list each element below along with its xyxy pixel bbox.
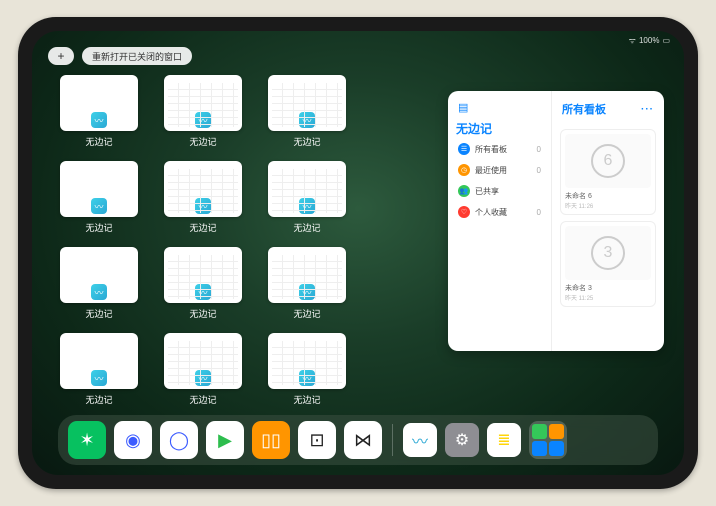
sidebar-item[interactable]: ♡ 个人收藏 0: [456, 204, 543, 220]
more-icon[interactable]: ···: [641, 104, 654, 115]
wifi-icon: ᯤ: [629, 35, 636, 46]
sidebar-item-count: 0: [537, 208, 541, 217]
window-label: 无边记: [85, 135, 112, 148]
top-bar: + 重新打开已关闭的窗口: [48, 47, 192, 65]
window-label: 无边记: [189, 135, 216, 148]
window-thumbnail[interactable]: 〰无边记: [266, 247, 348, 325]
freeform-icon: 〰: [91, 284, 107, 300]
window-thumbnail[interactable]: 〰无边记: [266, 75, 348, 153]
window-label: 无边记: [85, 393, 112, 406]
dock-app-quark[interactable]: ◯: [160, 421, 198, 459]
freeform-icon: 〰: [91, 112, 107, 128]
sidebar-item-icon: ◷: [458, 164, 470, 176]
panel-left-title: 无边记: [456, 120, 543, 137]
window-label: 无边记: [189, 393, 216, 406]
window-label: 无边记: [293, 307, 320, 320]
sidebar-item-icon: ☰: [458, 143, 470, 155]
sidebar-toggle-icon[interactable]: ▤: [458, 101, 468, 114]
battery-icon: ▭: [662, 36, 670, 45]
window-label: 无边记: [85, 221, 112, 234]
freeform-icon: 〰: [91, 370, 107, 386]
freeform-icon: 〰: [195, 198, 211, 214]
sidebar-item-label: 个人收藏: [475, 207, 507, 218]
dock-recent-settings[interactable]: ⚙: [445, 423, 479, 457]
window-thumbnail[interactable]: 〰无边记: [266, 333, 348, 411]
panel-content: 所有看板 ··· 6未命名 6昨天 11:263未命名 3昨天 11:25: [552, 91, 664, 351]
board-card[interactable]: 6未命名 6昨天 11:26: [560, 129, 656, 215]
dock-separator: [392, 424, 393, 456]
dock: ✶◉◯▶▯▯⊡⋈ 〰⚙≣: [58, 415, 658, 465]
window-thumbnail[interactable]: 〰无边记: [162, 333, 244, 411]
sidebar-menu: ☰ 所有看板 0 ◷ 最近使用 0 👥 已共享 ♡ 个人收藏 0: [456, 141, 543, 220]
dock-app-books[interactable]: ▯▯: [252, 421, 290, 459]
window-thumbnail[interactable]: 〰无边记: [58, 333, 140, 411]
window-thumbnail[interactable]: 〰无边记: [162, 75, 244, 153]
window-label: 无边记: [293, 221, 320, 234]
sidebar-item[interactable]: ◷ 最近使用 0: [456, 162, 543, 178]
dock-app-quark-hd[interactable]: ◉: [114, 421, 152, 459]
sidebar-item-label: 已共享: [475, 186, 499, 197]
battery-text: 100%: [639, 36, 659, 45]
panel-sidebar: ▤ 无边记 ☰ 所有看板 0 ◷ 最近使用 0 👥 已共享 ♡ 个人收藏 0: [448, 91, 552, 351]
status-bar: ᯤ 100% ▭: [629, 35, 670, 46]
window-thumbnail[interactable]: 〰无边记: [162, 161, 244, 239]
dock-recent-notes[interactable]: ≣: [487, 423, 521, 457]
freeform-icon: 〰: [299, 284, 315, 300]
window-label: 无边记: [293, 135, 320, 148]
freeform-icon: 〰: [195, 112, 211, 128]
window-label: 无边记: [189, 221, 216, 234]
freeform-expanded-window[interactable]: ▤ 无边记 ☰ 所有看板 0 ◷ 最近使用 0 👥 已共享 ♡ 个人收藏 0 所有看板 ··· 6未…: [448, 91, 664, 351]
add-window-button[interactable]: +: [48, 47, 74, 65]
ipad-device: ᯤ 100% ▭ + 重新打开已关闭的窗口 〰无边记〰无边记〰无边记〰无边记〰无…: [18, 17, 698, 489]
sidebar-item-label: 所有看板: [475, 144, 507, 155]
window-thumbnail[interactable]: 〰无边记: [266, 161, 348, 239]
window-thumbnail[interactable]: 〰无边记: [58, 75, 140, 153]
dock-app-connect[interactable]: ⋈: [344, 421, 382, 459]
dock-app-library[interactable]: [529, 421, 567, 459]
sidebar-item-label: 最近使用: [475, 165, 507, 176]
window-thumbnail[interactable]: 〰无边记: [58, 247, 140, 325]
freeform-icon: 〰: [299, 370, 315, 386]
screen: ᯤ 100% ▭ + 重新打开已关闭的窗口 〰无边记〰无边记〰无边记〰无边记〰无…: [32, 31, 684, 475]
window-label: 无边记: [293, 393, 320, 406]
window-label: 无边记: [85, 307, 112, 320]
sidebar-item[interactable]: ☰ 所有看板 0: [456, 141, 543, 157]
window-thumbnail[interactable]: 〰无边记: [58, 161, 140, 239]
sidebar-item[interactable]: 👥 已共享: [456, 183, 543, 199]
freeform-icon: 〰: [299, 198, 315, 214]
freeform-icon: 〰: [91, 198, 107, 214]
window-label: 无边记: [189, 307, 216, 320]
window-thumbnail[interactable]: 〰无边记: [162, 247, 244, 325]
boards-list: 6未命名 6昨天 11:263未命名 3昨天 11:25: [560, 129, 656, 307]
board-card[interactable]: 3未命名 3昨天 11:25: [560, 221, 656, 307]
sidebar-item-icon: 👥: [458, 185, 470, 197]
reopen-closed-window-button[interactable]: 重新打开已关闭的窗口: [82, 47, 192, 65]
freeform-icon: 〰: [299, 112, 315, 128]
sidebar-item-count: 0: [537, 166, 541, 175]
windows-grid: 〰无边记〰无边记〰无边记〰无边记〰无边记〰无边记〰无边记〰无边记〰无边记〰无边记…: [58, 75, 348, 411]
freeform-icon: 〰: [195, 284, 211, 300]
dock-app-wechat[interactable]: ✶: [68, 421, 106, 459]
dock-app-play[interactable]: ▶: [206, 421, 244, 459]
sidebar-item-icon: ♡: [458, 206, 470, 218]
board-title: 未命名 3昨天 11:25: [565, 283, 651, 302]
panel-right-title: 所有看板: [562, 101, 606, 117]
board-title: 未命名 6昨天 11:26: [565, 191, 651, 210]
sidebar-item-count: 0: [537, 145, 541, 154]
dock-recent-freeform[interactable]: 〰: [403, 423, 437, 457]
dock-app-dice[interactable]: ⊡: [298, 421, 336, 459]
freeform-icon: 〰: [195, 370, 211, 386]
